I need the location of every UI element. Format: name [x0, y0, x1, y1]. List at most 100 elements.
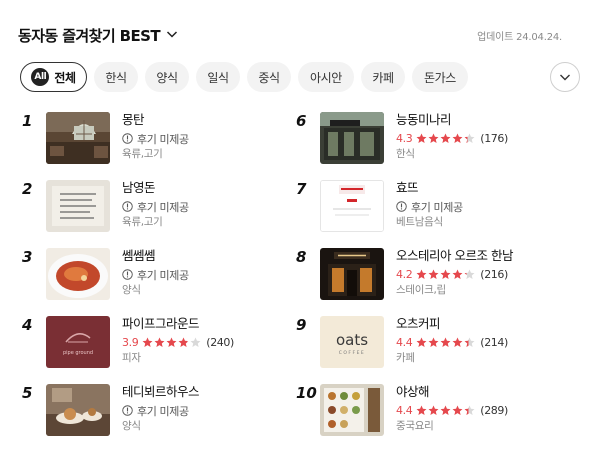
- review-count: (289): [480, 404, 508, 417]
- rating-value: 3.9: [122, 336, 139, 349]
- restaurant-item[interactable]: 10 야상해 4.4 (289) 중국요리: [296, 384, 566, 440]
- svg-text:pipe ground: pipe ground: [63, 350, 93, 356]
- review-status: 후기 미제공: [137, 200, 189, 214]
- rank-number: 3: [22, 248, 33, 266]
- restaurant-category: 카페: [396, 352, 415, 364]
- restaurant-item[interactable]: 9 oats COFFEE 오츠커피 4.4 (214) 카페: [296, 316, 566, 372]
- rating-value: 4.4: [396, 336, 413, 349]
- restaurant-thumbnail: [320, 112, 384, 164]
- star-icon: [440, 337, 451, 347]
- chip-korean[interactable]: 한식: [94, 62, 138, 92]
- restaurant-name: 남영돈: [122, 180, 156, 195]
- star-icon: [464, 405, 475, 415]
- star-icon: [440, 269, 451, 279]
- chip-asian[interactable]: 아시안: [298, 62, 354, 92]
- svg-text:oats: oats: [336, 331, 368, 349]
- review-status: 후기 미제공: [137, 404, 189, 418]
- restaurant-category: 육류,고기: [122, 148, 163, 160]
- info-circle-icon: [122, 133, 133, 144]
- chip-label: 일식: [207, 70, 229, 85]
- chip-label: 카페: [372, 70, 394, 85]
- chip-cafe[interactable]: 카페: [361, 62, 405, 92]
- restaurant-thumbnail: [46, 180, 110, 232]
- star-icon: [452, 133, 463, 143]
- restaurant-name: 파이프그라운드: [122, 316, 200, 331]
- restaurant-item[interactable]: 6 능동미나리 4.3 (176) 한식: [296, 112, 566, 168]
- restaurant-category: 양식: [122, 420, 141, 432]
- chip-label: 중식: [258, 70, 280, 85]
- chip-chinese[interactable]: 중식: [247, 62, 291, 92]
- star-icon: [428, 269, 439, 279]
- restaurant-item[interactable]: 5 테디뵈르하우스 후기 미제공 양식: [22, 384, 292, 440]
- star-icon: [464, 133, 475, 143]
- more-categories-button[interactable]: [550, 62, 580, 92]
- chip-all[interactable]: All 전체: [20, 62, 87, 92]
- restaurant-thumbnail: [320, 248, 384, 300]
- restaurant-name: 테디뵈르하우스: [122, 384, 200, 399]
- restaurant-item[interactable]: 3 쎔쎔쎔 후기 미제공 양식: [22, 248, 292, 304]
- restaurant-thumbnail: oats COFFEE: [320, 316, 384, 368]
- star-icon: [416, 269, 427, 279]
- chip-tonkatsu[interactable]: 돈가스: [412, 62, 468, 92]
- chip-label: 양식: [156, 70, 178, 85]
- info-circle-icon: [122, 405, 133, 416]
- svg-text:COFFEE: COFFEE: [339, 350, 366, 356]
- star-icon: [428, 337, 439, 347]
- restaurant-name: 오츠커피: [396, 316, 441, 331]
- star-icon: [464, 337, 475, 347]
- review-count: (240): [206, 336, 234, 349]
- list-header: 동자동 즐겨찾기 BEST 업데이트 24.04.24.: [18, 24, 562, 46]
- review-count: (176): [480, 132, 508, 145]
- chip-label: 전체: [54, 70, 76, 85]
- star-icon: [178, 337, 189, 347]
- star-icon: [416, 405, 427, 415]
- chevron-down-icon: [166, 31, 177, 38]
- star-rating: [142, 337, 202, 348]
- star-icon: [452, 337, 463, 347]
- restaurant-category: 중국요리: [396, 420, 434, 432]
- restaurant-name: 쎔쎔쎔: [122, 248, 156, 263]
- list-title-dropdown[interactable]: 동자동 즐겨찾기 BEST: [18, 25, 178, 46]
- restaurant-item[interactable]: 8 오스테리아 오르조 한남 4.2 (216) 스테이크,립: [296, 248, 566, 304]
- all-badge: All: [31, 68, 50, 86]
- star-rating: [416, 337, 476, 348]
- chip-label: 한식: [105, 70, 127, 85]
- chip-label: 아시안: [310, 70, 342, 85]
- updated-date: 업데이트 24.04.24.: [477, 31, 562, 43]
- rank-number: 2: [22, 180, 33, 198]
- restaurant-thumbnail: [46, 384, 110, 436]
- category-chip-bar: All 전체 한식 양식 일식 중식 아시안 카페 돈가스: [20, 62, 580, 92]
- rank-number: 5: [22, 384, 33, 402]
- page-title: 동자동 즐겨찾기 BEST: [18, 26, 161, 45]
- star-icon: [154, 337, 165, 347]
- rank-number: 9: [296, 316, 307, 334]
- restaurant-item[interactable]: 1 몽탄 후기 미제공 육류,고기: [22, 112, 292, 168]
- star-icon: [440, 133, 451, 143]
- restaurant-thumbnail: [46, 248, 110, 300]
- star-icon: [452, 269, 463, 279]
- star-rating: [416, 405, 476, 416]
- review-count: (214): [480, 336, 508, 349]
- restaurant-item[interactable]: 4 pipe ground 파이프그라운드 3.9 (240) 피자: [22, 316, 292, 372]
- rank-number: 1: [22, 112, 33, 130]
- restaurant-name: 능동미나리: [396, 112, 452, 127]
- chip-western[interactable]: 양식: [145, 62, 189, 92]
- restaurant-item[interactable]: 7 효뜨 후기 미제공 베트남음식: [296, 180, 566, 236]
- restaurant-thumbnail: [46, 112, 110, 164]
- restaurant-item[interactable]: 2 남영돈 후기 미제공 육류,고기: [22, 180, 292, 236]
- restaurant-thumbnail: [320, 180, 384, 232]
- rank-number: 6: [296, 112, 307, 130]
- chip-japanese[interactable]: 일식: [196, 62, 240, 92]
- restaurant-category: 스테이크,립: [396, 284, 446, 296]
- star-icon: [416, 133, 427, 143]
- rank-number: 8: [296, 248, 307, 266]
- rank-number: 7: [296, 180, 307, 198]
- info-circle-icon: [122, 269, 133, 280]
- star-icon: [428, 133, 439, 143]
- restaurant-name: 효뜨: [396, 180, 419, 195]
- restaurant-category: 육류,고기: [122, 216, 163, 228]
- rating-value: 4.2: [396, 268, 413, 281]
- review-status: 후기 미제공: [137, 132, 189, 146]
- review-status: 후기 미제공: [411, 200, 463, 214]
- review-status: 후기 미제공: [137, 268, 189, 282]
